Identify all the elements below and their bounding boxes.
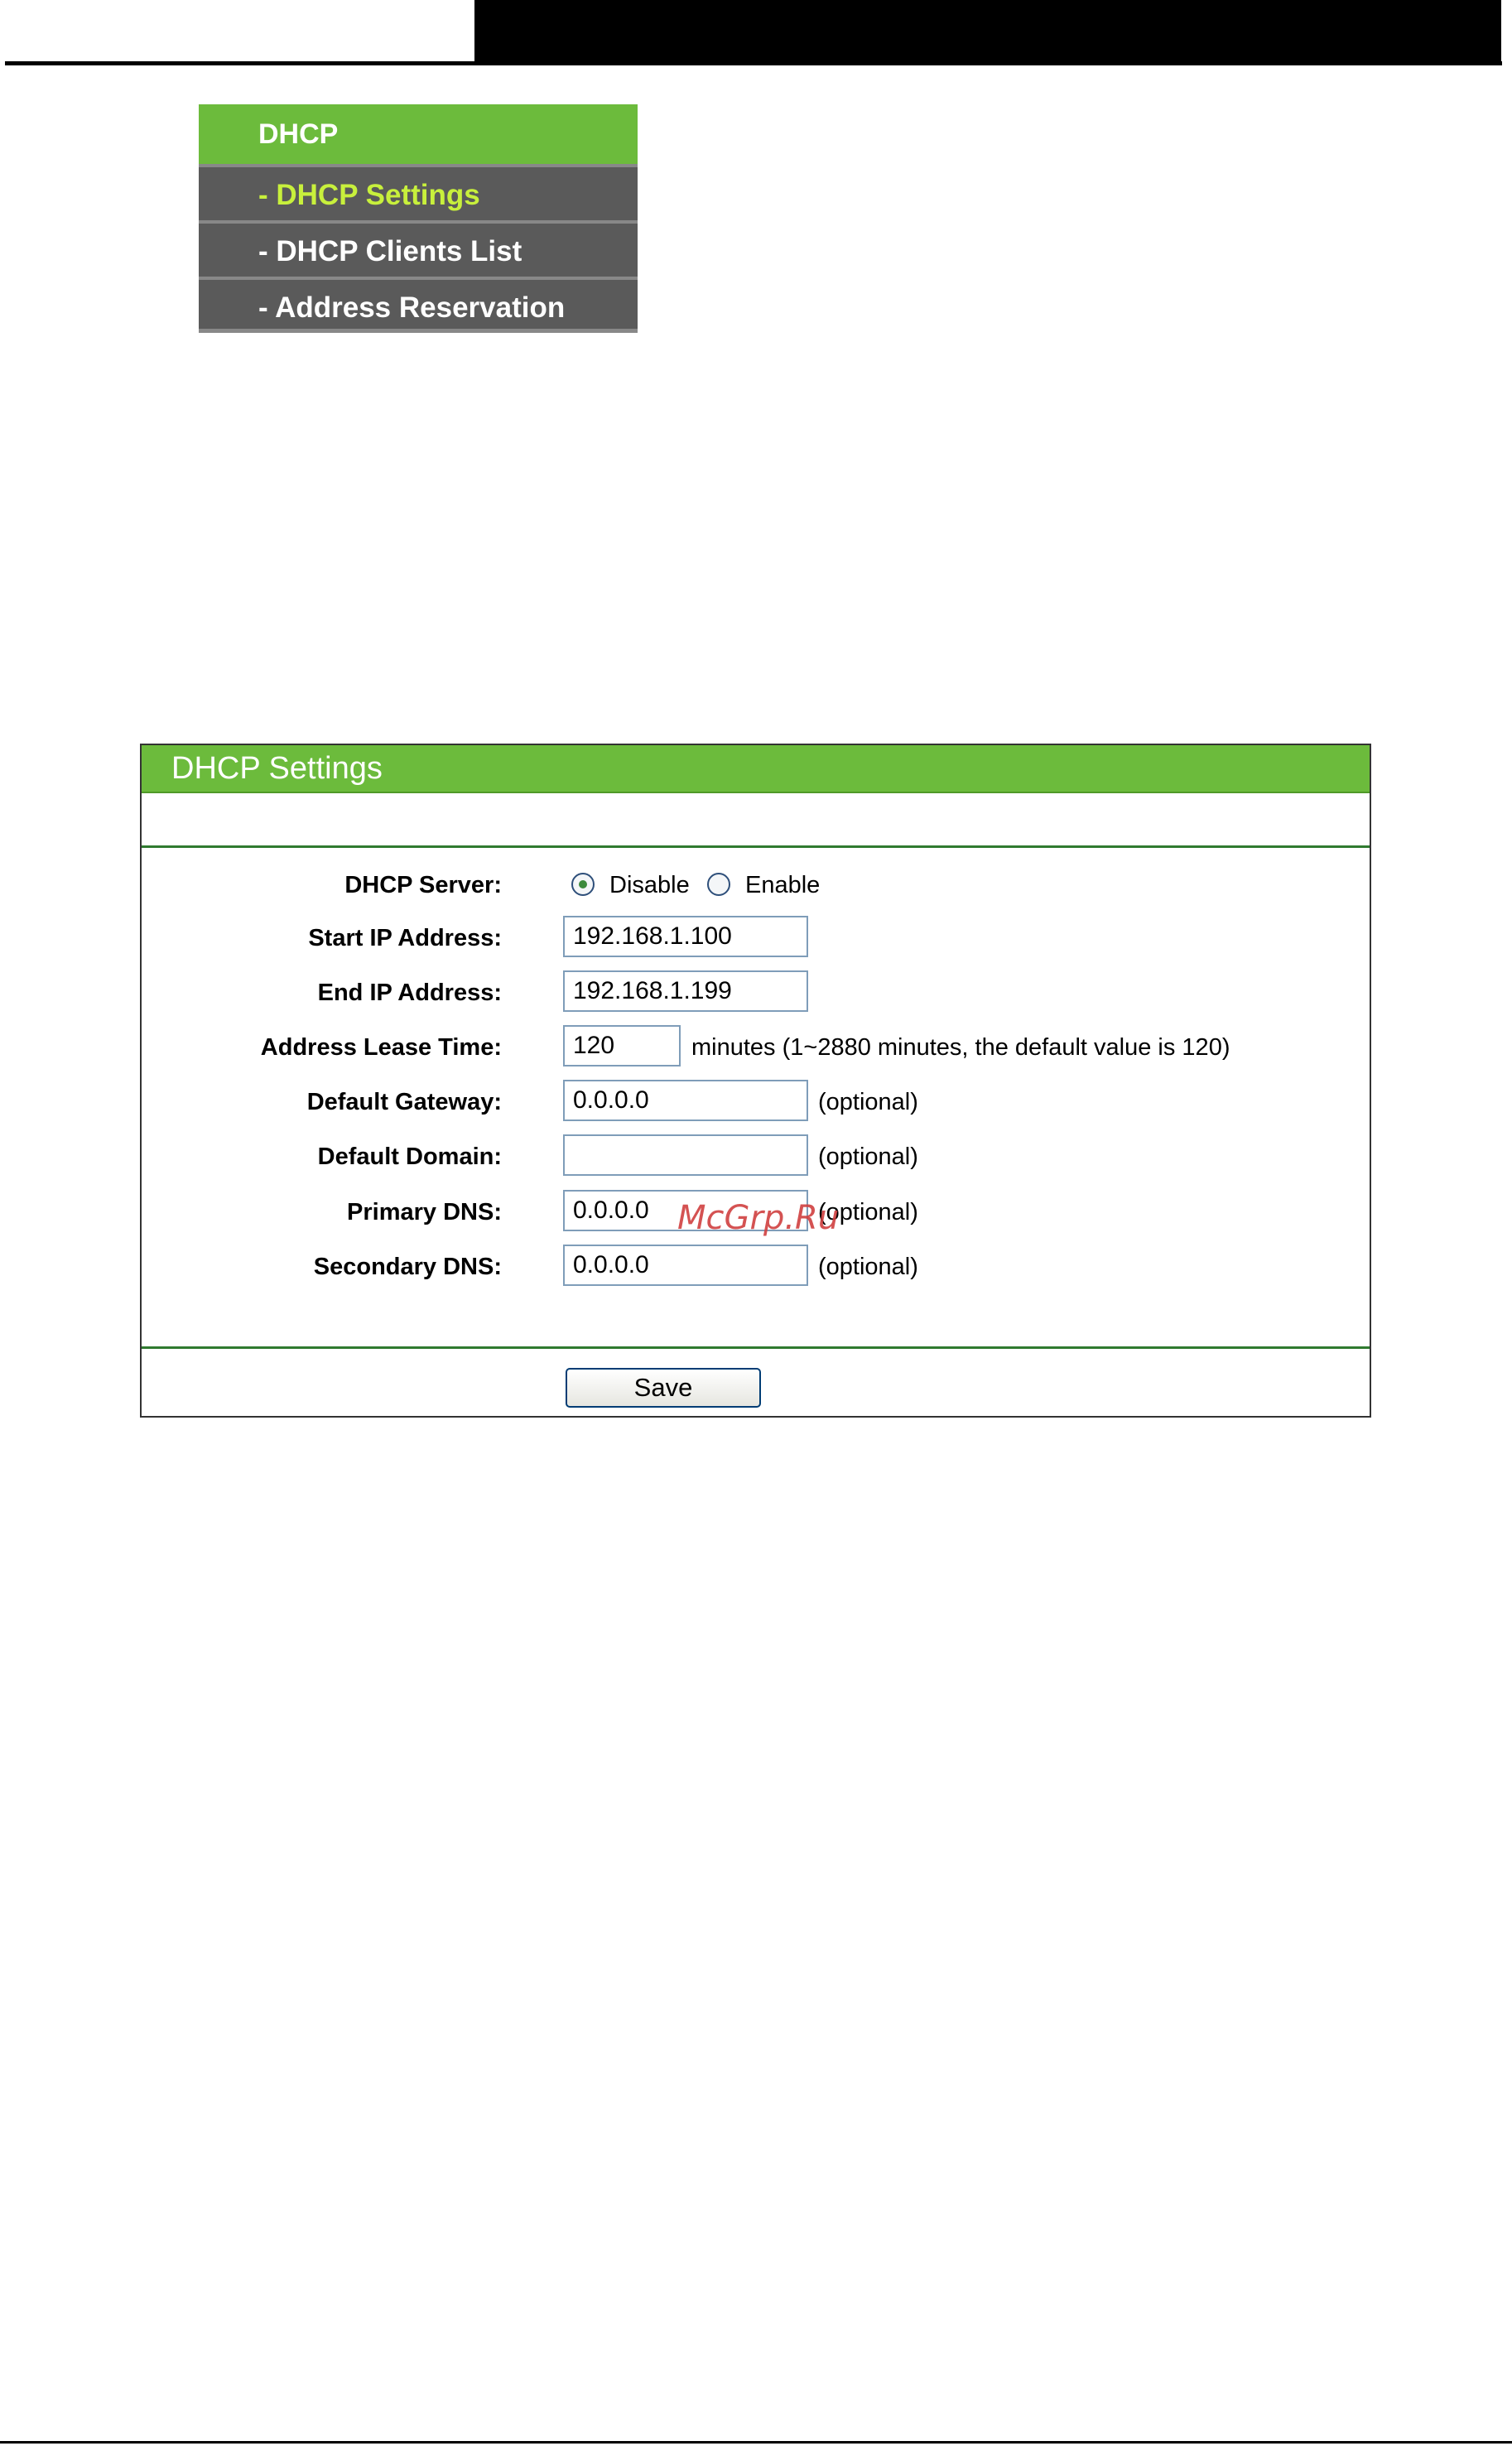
row-secondary-dns: Secondary DNS: (optional): [142, 1245, 1370, 1289]
divider-bottom: [142, 1346, 1370, 1349]
default-domain-hint: (optional): [818, 1144, 918, 1170]
default-domain-label: Default Domain:: [317, 1144, 502, 1170]
menu-item-dhcp-settings[interactable]: - DHCP Settings: [199, 164, 638, 220]
default-gateway-hint: (optional): [818, 1089, 918, 1115]
menu-item-dhcp-clients-list[interactable]: - DHCP Clients List: [199, 220, 638, 277]
row-lease-time: Address Lease Time: minutes (1~2880 minu…: [142, 1025, 1370, 1070]
row-end-ip: End IP Address:: [142, 970, 1370, 1015]
start-ip-input[interactable]: [563, 916, 808, 957]
lease-time-input[interactable]: [563, 1025, 681, 1067]
lease-time-hint: minutes (1~2880 minutes, the default val…: [691, 1034, 1230, 1061]
end-ip-input[interactable]: [563, 970, 808, 1012]
watermark-text: McGrp.Ru: [677, 1199, 840, 1237]
default-gateway-label: Default Gateway:: [306, 1089, 502, 1115]
primary-dns-label: Primary DNS:: [347, 1199, 502, 1225]
row-start-ip: Start IP Address:: [142, 916, 1370, 961]
menu-item-address-reservation[interactable]: - Address Reservation: [199, 277, 638, 333]
dhcp-server-label: DHCP Server:: [344, 872, 502, 898]
secondary-dns-hint: (optional): [818, 1254, 918, 1280]
dhcp-menu: DHCP - DHCP Settings - DHCP Clients List…: [199, 104, 638, 333]
menu-header[interactable]: DHCP: [199, 104, 638, 164]
default-gateway-input[interactable]: [563, 1080, 808, 1121]
end-ip-label: End IP Address:: [317, 980, 502, 1006]
radio-disable[interactable]: [571, 873, 595, 896]
secondary-dns-input[interactable]: [563, 1245, 808, 1286]
row-default-domain: Default Domain: (optional): [142, 1134, 1370, 1179]
row-default-gateway: Default Gateway: (optional): [142, 1080, 1370, 1124]
row-dhcp-server: DHCP Server: Disable Enable: [142, 863, 1370, 908]
default-domain-input[interactable]: [563, 1134, 808, 1176]
save-button[interactable]: Save: [566, 1368, 761, 1408]
divider-top: [142, 845, 1370, 848]
lease-time-label: Address Lease Time:: [260, 1034, 502, 1061]
radio-disable-label[interactable]: Disable: [609, 863, 690, 908]
header-bar: [474, 0, 1501, 61]
radio-enable-label[interactable]: Enable: [745, 863, 820, 908]
dhcp-settings-panel: DHCP Settings DHCP Server: Disable Enabl…: [140, 744, 1371, 1418]
start-ip-label: Start IP Address:: [308, 925, 502, 951]
footer-rule: [0, 2441, 1512, 2444]
panel-title: DHCP Settings: [142, 745, 1370, 793]
secondary-dns-label: Secondary DNS:: [313, 1254, 502, 1280]
header-rule: [5, 61, 1502, 65]
radio-enable[interactable]: [707, 873, 730, 896]
